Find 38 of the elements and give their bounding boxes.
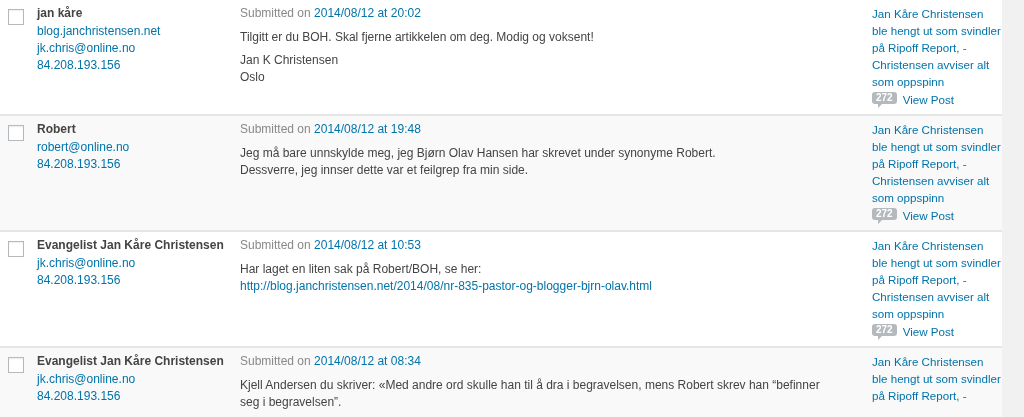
row-checkbox[interactable] (8, 357, 24, 373)
submitted-text: Submitted on 2014/08/12 at 08:34 (240, 353, 422, 370)
author-email-link[interactable]: jk.chris@online.no (37, 255, 136, 272)
author-email-link[interactable]: robert@online.no (37, 139, 130, 156)
author-email-link[interactable]: jk.chris@online.no (37, 40, 136, 57)
submitted-text: Submitted on 2014/08/12 at 19:48 (240, 121, 422, 138)
comment-text: Kjell Andersen du skriver: «Med andre ord skulle han til å dra i begravelsen, mens Robert skrev han “befinner seg i begravelsen”. (240, 377, 821, 411)
author-email-link[interactable]: jk.chris@online.no (37, 371, 136, 388)
date-link[interactable]: 2014/08/12 at 10:53 (314, 238, 421, 252)
author-ip-link[interactable]: 84.208.193.156 (37, 156, 121, 173)
comment-text: Har laget en liten sak på Robert/BOH, se her: http://blog.janchristensen.net/2014/08/nr-835-pastor-og-blogger-bjrn-olav.html (240, 261, 653, 295)
submitted-text: Submitted on 2014/08/12 at 10:53 (240, 237, 422, 254)
author-ip-link[interactable]: 84.208.193.156 (37, 57, 121, 74)
author-name: Evangelist Jan Kåre Christensen (37, 353, 224, 370)
author-url-link[interactable]: blog.janchristensen.net (37, 23, 161, 40)
post-title-link[interactable]: Jan Kåre Christensen ble hengt ut som svindler på Ripoff Report, - Christensen avviser alt som oppspinn (872, 237, 1002, 322)
comment-text: Jeg må bare unnskylde meg, jeg Bjørn Olav Hansen har skrevet under synonyme Robert. Dessverre, jeg innser dette var et feilgrep fra min side. (240, 145, 717, 179)
row-checkbox[interactable] (8, 125, 24, 141)
post-title-link[interactable]: Jan Kåre Christensen ble hengt ut som svindler på Ripoff Report, - Christensen avviser alt som oppspinn (872, 5, 1002, 90)
comment-text: Tilgitt er du BOH. Skal fjerne artikkelen om deg. Modig og voksent! (240, 29, 595, 46)
comment-link[interactable]: http://blog.janchristensen.net/2014/08/nr-835-pastor-og-blogger-bjrn-olav.html (240, 279, 652, 293)
author-name: Evangelist Jan Kåre Christensen (37, 237, 224, 254)
comment-text: Jan K Christensen Oslo (240, 52, 340, 86)
view-post-link[interactable]: View Post (902, 323, 955, 340)
post-title-link[interactable]: Jan Kåre Christensen ble hengt ut som svindler på Ripoff Report, - Christensen avviser alt som oppspinn (872, 121, 1002, 206)
view-post-link[interactable]: View Post (902, 91, 955, 108)
date-link[interactable]: 2014/08/12 at 08:34 (314, 354, 421, 368)
date-link[interactable]: 2014/08/12 at 19:48 (314, 122, 421, 136)
row-checkbox[interactable] (8, 9, 24, 25)
view-post-link[interactable]: View Post (902, 207, 955, 224)
submitted-text: Submitted on 2014/08/12 at 20:02 (240, 5, 422, 22)
author-name: Robert (37, 121, 76, 138)
author-name: jan kåre (37, 5, 83, 22)
author-ip-link[interactable]: 84.208.193.156 (37, 272, 121, 289)
row-checkbox[interactable] (8, 241, 24, 257)
post-title-link[interactable]: Jan Kåre Christensen ble hengt ut som svindler på Ripoff Report, - (872, 353, 1002, 404)
author-ip-link[interactable]: 84.208.193.156 (37, 388, 121, 405)
date-link[interactable]: 2014/08/12 at 20:02 (314, 6, 421, 20)
